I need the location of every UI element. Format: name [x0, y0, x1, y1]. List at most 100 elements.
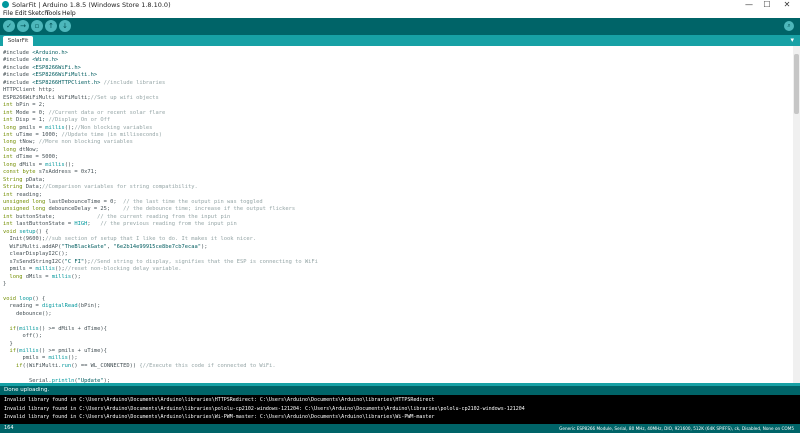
code-token: //Display On or Off [48, 117, 111, 124]
code-token: digitalRead [41, 303, 78, 310]
code-token: s7sAddress = 0x71; [35, 169, 98, 176]
code-token: Disp = 1; [12, 117, 49, 124]
code-token: millis [19, 348, 39, 354]
code-token: const [3, 169, 20, 176]
code-token: int [3, 154, 13, 161]
code-editor[interactable]: #include <Arduino.h> #include <Wire.h> #in… [0, 46, 793, 383]
menu-tools[interactable]: Tools [46, 10, 61, 18]
code-token: int [3, 191, 13, 198]
code-token: <ESP8266WiFiMulti.h> [32, 72, 98, 79]
code-token: dtNow; [15, 146, 39, 153]
title-bar: SolarFit | Arduino 1.8.5 (Windows Store … [0, 0, 800, 10]
code-token: int [3, 109, 13, 116]
save-button[interactable]: ↓ [59, 20, 71, 32]
code-token: //More non blocking variables [38, 139, 133, 146]
code-token: () { [32, 295, 46, 302]
editor-scrollbar[interactable] [793, 46, 800, 383]
code-token: millis [45, 161, 65, 168]
console-line: Invalid library found in C:\Users\Arduin… [4, 405, 525, 412]
code-token: clearDisplayI2C(); [3, 251, 68, 258]
code-token: //Comparison variables for string compat… [41, 184, 198, 191]
code-token: () == WL_CONNECTED)) [71, 362, 140, 369]
code-token: Data; [22, 184, 42, 191]
code-token: lastDebounceTime = 0; [45, 199, 124, 205]
code-token: (); [64, 124, 75, 131]
code-token: <Wire.h> [32, 57, 59, 64]
maximize-button[interactable]: ☐ [760, 0, 774, 10]
code-token: bPin = 2; [12, 102, 46, 109]
code-token: int [3, 131, 13, 138]
tab-solarfit[interactable]: SolarFit [3, 36, 33, 46]
code-token: pmils = [3, 355, 49, 362]
code-token: "6e2b14e99915ce8be7cb7ecaa" [113, 243, 201, 250]
code-token: String [3, 176, 23, 183]
code-token: // the debounce time; increase if the ou… [123, 206, 296, 213]
code-token: ESP8266WiFiMulti WiFiMulti; [3, 94, 91, 101]
code-token: //sub section of setup that I like to do… [45, 236, 257, 243]
code-token: () >= dMils + dTime){ [38, 325, 107, 332]
code-token: long [3, 124, 16, 131]
code-token: #include [3, 50, 33, 56]
code-token: #include [3, 72, 33, 79]
open-button[interactable]: ↑ [45, 20, 57, 32]
code-token: {//Execute this code if connected to WiF… [139, 362, 276, 369]
code-token: int [3, 102, 13, 109]
serial-monitor-button[interactable]: ⌕ [784, 21, 794, 31]
console-line: Invalid library found in C:\Users\Arduin… [4, 397, 435, 403]
code-token: int [3, 117, 13, 124]
menu-help[interactable]: Help [62, 10, 76, 18]
verify-button[interactable]: ✓ [3, 20, 15, 32]
code-line: debounce(); [3, 310, 52, 318]
code-token: (); [64, 161, 75, 168]
close-button[interactable]: ✕ [780, 0, 794, 10]
minimize-button[interactable]: — [742, 0, 756, 10]
code-token: void [3, 295, 16, 302]
code-line: if((WiFiMulti.run() == WL_CONNECTED)) {/… [3, 362, 276, 370]
code-token: millis [35, 266, 55, 273]
code-token: (); [71, 273, 81, 280]
code-token: buttonState; [12, 213, 98, 220]
code-token: int [3, 213, 13, 220]
code-token: Mode = 0; [12, 109, 49, 116]
tab-bar: SolarFit ▾ [0, 35, 800, 46]
status-message: Done uploading. [4, 387, 50, 393]
scrollbar-thumb[interactable] [794, 54, 799, 114]
code-token: } [3, 340, 13, 347]
code-token: // the current reading from the input pi… [97, 213, 231, 220]
code-token: reading = [3, 303, 42, 310]
code-token: HTTPClient http; [3, 87, 55, 94]
code-token: pmils = [15, 124, 46, 131]
code-token: //Non blocking variables [74, 124, 153, 131]
code-token: Init(9600); [3, 236, 46, 243]
code-token: unsigned long [3, 206, 46, 213]
code-token: dTime = 5000; [12, 154, 59, 161]
tab-menu-icon[interactable]: ▾ [790, 35, 794, 46]
code-token: <ESP8266HTTPClient.h> [32, 79, 101, 86]
code-token: WiFiMulti.addAP( [3, 243, 62, 250]
code-token: dMils = [15, 161, 46, 168]
board-info: Generic ESP8266 Module, Serial, 80 MHz, … [559, 426, 794, 431]
new-sketch-button[interactable]: ▫ [31, 20, 43, 32]
code-token: (bPin); [77, 303, 101, 310]
menu-edit[interactable]: Edit [15, 10, 27, 18]
console-output: Invalid library found in C:\Users\Arduin… [0, 395, 800, 424]
code-token: long [3, 139, 16, 146]
line-number: 164 [4, 425, 14, 431]
code-token: //include libraries [100, 79, 166, 86]
code-token: byte [22, 169, 36, 176]
footer-bar: 164 Generic ESP8266 Module, Serial, 80 M… [0, 424, 800, 433]
code-token: millis [51, 273, 72, 280]
code-token: //Set up wifi objects [90, 94, 159, 101]
code-token: unsigned long [3, 199, 46, 205]
code-token: // the previous reading from the input p… [100, 221, 237, 228]
code-token: (); [54, 266, 65, 273]
upload-button[interactable]: → [17, 20, 29, 32]
code-token: debounceDelay = 25; [45, 206, 124, 213]
code-token: int [3, 221, 13, 228]
code-token: millis [45, 124, 65, 131]
code-token: () >= pmils + uTime){ [38, 348, 107, 354]
code-token: millis [48, 355, 68, 362]
code-token: void [3, 228, 16, 235]
menu-file[interactable]: File [3, 10, 13, 18]
